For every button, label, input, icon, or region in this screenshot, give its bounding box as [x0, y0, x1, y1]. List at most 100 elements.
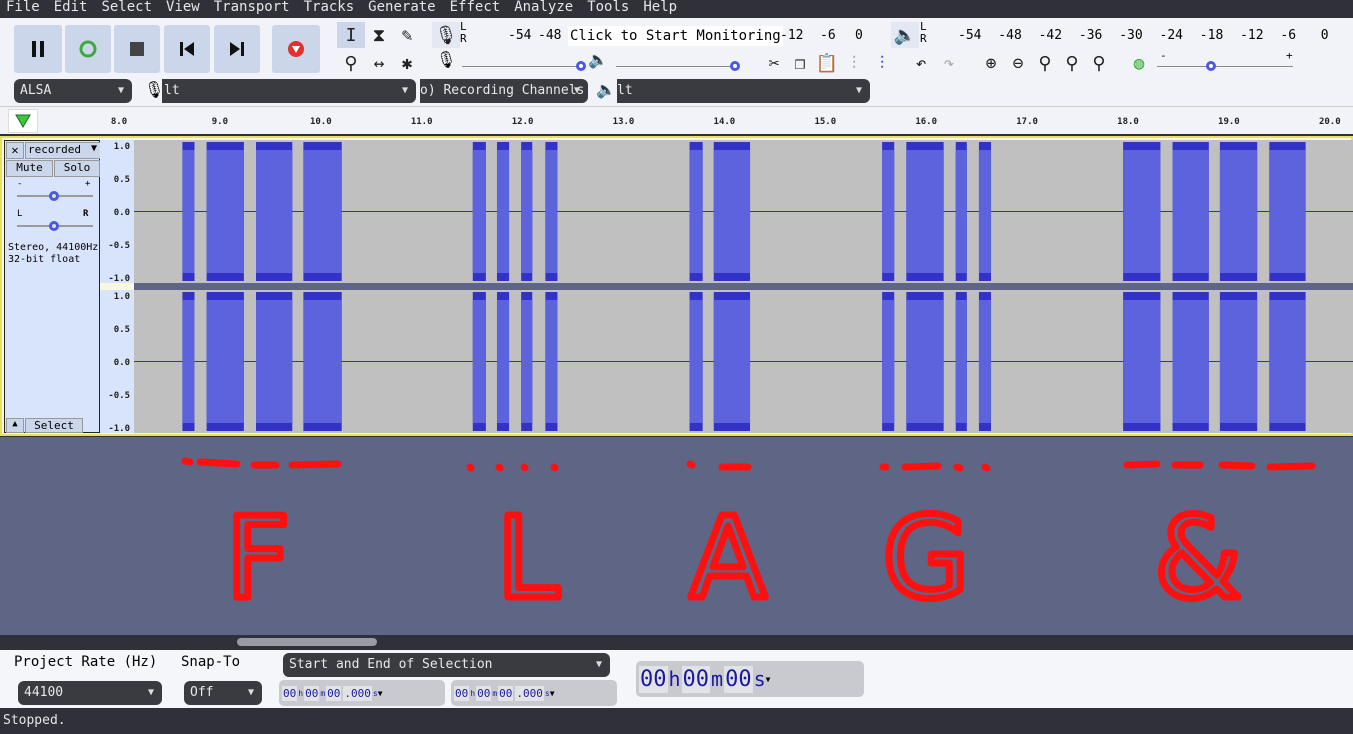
play-speed-slider[interactable]: [1157, 61, 1293, 71]
clipboard-icon: 📋: [815, 52, 839, 74]
paste-button[interactable]: 📋: [813, 50, 841, 76]
pan-slider[interactable]: [17, 221, 93, 231]
selection-end-time[interactable]: 00 h 00 m 00.000 s ▼: [451, 680, 617, 706]
playback-device-dropdown[interactable]: lt ▼: [617, 79, 870, 103]
track-menu-button[interactable]: recorded ▼: [25, 142, 101, 159]
zoom-in-button[interactable]: ⊕: [977, 50, 1005, 76]
audio-position-time[interactable]: 00 h 00 m 00 s ▼: [636, 661, 864, 697]
trim-button[interactable]: ⫶: [840, 50, 868, 76]
waveform-rms: [496, 300, 510, 423]
project-rate-label: Project Rate (Hz): [14, 654, 158, 670]
zoom-out-button[interactable]: ⊖: [1004, 50, 1032, 76]
menu-select[interactable]: Select: [95, 0, 160, 18]
scrollbar-thumb[interactable]: [237, 638, 377, 646]
record-meter-button[interactable]: 🎙: [432, 22, 460, 48]
skip-end-button[interactable]: [214, 25, 260, 73]
time-shift-tool[interactable]: ↔: [365, 50, 393, 76]
menu-tracks[interactable]: Tracks: [298, 0, 363, 18]
play-button[interactable]: [65, 25, 111, 73]
record-volume-slider[interactable]: [462, 61, 586, 71]
dropdown-arrow-icon[interactable]: ▼: [378, 689, 383, 698]
menu-help[interactable]: Help: [637, 0, 685, 18]
selection-tool[interactable]: I: [337, 22, 365, 48]
amplitude-label: 1.0: [113, 292, 130, 302]
ruler-tick-label: 11.0: [410, 117, 433, 127]
flag-letters: FLAG&: [226, 494, 1242, 624]
project-rate-dropdown[interactable]: 44100 ▼: [18, 681, 162, 705]
waveform-rms: [303, 300, 342, 423]
amplitude-label: 0.0: [113, 358, 130, 368]
pan-left-label: L: [17, 209, 23, 219]
horizontal-scrollbar[interactable]: [0, 635, 1353, 650]
microphone-icon: 🎙: [436, 50, 457, 69]
recording-channels-dropdown[interactable]: o) Recording Channels ▼: [420, 79, 588, 103]
close-track-button[interactable]: ✕: [6, 142, 24, 159]
collapse-track-button[interactable]: ▲: [6, 418, 24, 433]
recording-device-dropdown[interactable]: lt ▼: [162, 79, 416, 103]
multi-tool[interactable]: ✱: [393, 50, 421, 76]
audio-host-dropdown[interactable]: ALSA ▼: [14, 79, 132, 103]
menu-edit[interactable]: Edit: [48, 0, 96, 18]
waveform-rms: [1219, 150, 1258, 273]
dropdown-arrow-icon[interactable]: ▼: [550, 689, 555, 698]
ruler-tick-label: 19.0: [1218, 117, 1240, 127]
time-field: 00: [326, 685, 342, 701]
audio-track: ✕ recorded ▼ Mute Solo - + L R Stereo, 44…: [0, 136, 1353, 436]
cut-button[interactable]: ✂: [760, 50, 788, 76]
envelope-tool[interactable]: ⧗: [365, 22, 393, 48]
playback-meter[interactable]: -54 -48 -42 -36 -30 -24 -18 -12 -6 0: [930, 18, 1350, 48]
selection-start-time[interactable]: 00 h 00 m 00.000 s ▼: [279, 680, 445, 706]
snap-to-dropdown[interactable]: Off ▼: [184, 681, 262, 705]
redo-button[interactable]: ↷: [935, 50, 963, 76]
time-field: 00: [724, 665, 753, 693]
record-button[interactable]: [272, 25, 320, 73]
time-field: h: [298, 688, 304, 698]
zoom-toggle-button[interactable]: ⚲: [1085, 50, 1113, 76]
vertical-ruler-right[interactable]: 1.0 0.5 0.0 -0.5 -1.0: [100, 290, 134, 434]
select-track-button[interactable]: Select: [25, 418, 83, 433]
skip-start-button[interactable]: [164, 25, 210, 73]
menu-generate[interactable]: Generate: [362, 0, 443, 18]
meter-tick: -6: [820, 28, 836, 43]
play-volume-slider[interactable]: [616, 61, 740, 71]
waveform-rms: [713, 300, 751, 423]
meter-tick: 0: [1320, 28, 1329, 43]
record-meter[interactable]: -54 -48 Click to Start Monitoring -12 -6…: [470, 18, 880, 48]
dropdown-arrow-icon[interactable]: ▼: [766, 675, 771, 684]
play-meter-button[interactable]: 🔈: [891, 22, 919, 48]
timeline-ruler[interactable]: 8.0 9.0 10.0 11.0 12.0 13.0 14.0 15.0 16.0 17.0 18…: [0, 106, 1353, 134]
meter-tick: -12: [1240, 28, 1264, 43]
play-head-marker[interactable]: [8, 109, 38, 133]
fit-selection-button[interactable]: ⚲: [1031, 50, 1059, 76]
menu-transport[interactable]: Transport: [208, 0, 298, 18]
waveform-rms: [689, 150, 703, 273]
draw-tool[interactable]: ✎: [393, 22, 421, 48]
menu-tools[interactable]: Tools: [581, 0, 637, 18]
selection-mode-dropdown[interactable]: Start and End of Selection ▼: [283, 653, 610, 677]
waveform-rms: [1172, 150, 1209, 273]
fit-project-button[interactable]: ⚲: [1058, 50, 1086, 76]
menu-effect[interactable]: Effect: [444, 0, 509, 18]
vertical-ruler-left[interactable]: 1.0 0.5 0.0 -0.5 -1.0: [100, 140, 134, 284]
amplitude-label: -0.5: [108, 391, 130, 401]
gain-minus-label: -: [17, 179, 23, 189]
stop-button[interactable]: [114, 25, 160, 73]
mute-button[interactable]: Mute: [6, 160, 53, 177]
undo-button[interactable]: ↶: [907, 50, 935, 76]
start-monitoring-prompt[interactable]: Click to Start Monitoring: [568, 26, 783, 46]
zoom-tool[interactable]: ⚲: [337, 50, 365, 76]
solo-button[interactable]: Solo: [54, 160, 100, 177]
silence-button[interactable]: ⫶: [868, 50, 896, 76]
menu-analyze[interactable]: Analyze: [508, 0, 581, 18]
snap-to-label: Snap-To: [181, 654, 241, 670]
speaker-icon: 🔈: [588, 50, 608, 69]
copy-button[interactable]: ❐: [786, 50, 814, 76]
meter-tick: -36: [1078, 28, 1103, 43]
waveform-rms: [1172, 300, 1209, 423]
menu-view[interactable]: View: [160, 0, 208, 18]
menu-file[interactable]: File: [0, 0, 48, 18]
gain-slider[interactable]: [17, 191, 93, 201]
pause-button[interactable]: [14, 25, 62, 73]
waveform-display[interactable]: [134, 140, 1353, 433]
play-at-speed-button[interactable]: ◍: [1125, 50, 1153, 76]
